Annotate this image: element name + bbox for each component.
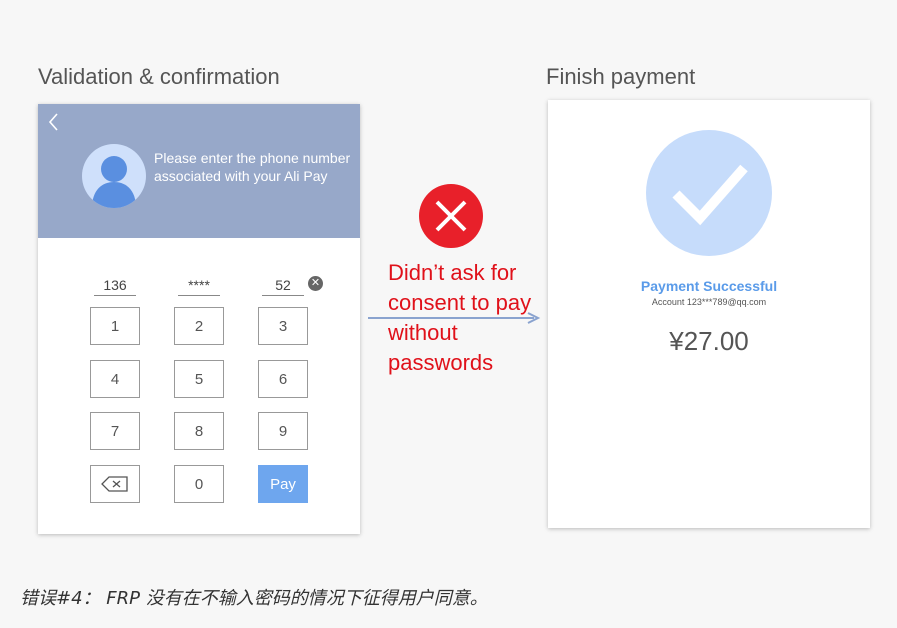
key-9[interactable]: 9 bbox=[258, 412, 308, 450]
payment-amount: ¥27.00 bbox=[669, 326, 749, 356]
back-arrow-icon[interactable] bbox=[47, 112, 63, 134]
phone-prefix-field[interactable]: 136 bbox=[94, 276, 136, 296]
payment-success-title: Payment Successful bbox=[640, 278, 778, 294]
arrow-right-icon bbox=[368, 312, 541, 324]
backspace-key[interactable] bbox=[90, 465, 140, 503]
section-title-validation: Validation & confirmation bbox=[38, 64, 280, 89]
phone-prompt: Please enter the phone number associated… bbox=[154, 150, 351, 184]
key-8[interactable]: 8 bbox=[174, 412, 224, 450]
key-7[interactable]: 7 bbox=[90, 412, 140, 450]
key-1[interactable]: 1 bbox=[90, 307, 140, 345]
backspace-icon bbox=[101, 476, 128, 492]
pay-button[interactable]: Pay bbox=[258, 465, 308, 503]
phone-masked-field[interactable]: **** bbox=[178, 276, 220, 296]
account-label: Account 123***789@qq.com bbox=[651, 297, 767, 307]
avatar-icon bbox=[82, 144, 146, 208]
key-3[interactable]: 3 bbox=[258, 307, 308, 345]
error-x-icon bbox=[419, 184, 483, 248]
header-panel: Please enter the phone number associated… bbox=[38, 104, 360, 238]
validation-screen: Please enter the phone number associated… bbox=[38, 104, 360, 534]
key-5[interactable]: 5 bbox=[174, 360, 224, 398]
key-0[interactable]: 0 bbox=[174, 465, 224, 503]
phone-suffix-field[interactable]: 52 bbox=[262, 276, 304, 296]
figure-caption: 错误#4： FRP 没有在不输入密码的情况下征得用户同意。 bbox=[20, 588, 488, 609]
key-2[interactable]: 2 bbox=[174, 307, 224, 345]
checkmark-icon bbox=[646, 130, 772, 256]
payment-success-screen: Payment Successful Account 123***789@qq.… bbox=[548, 100, 870, 528]
clear-icon[interactable]: ✕ bbox=[308, 276, 323, 291]
section-title-finish: Finish payment bbox=[546, 64, 696, 89]
key-6[interactable]: 6 bbox=[258, 360, 308, 398]
key-4[interactable]: 4 bbox=[90, 360, 140, 398]
